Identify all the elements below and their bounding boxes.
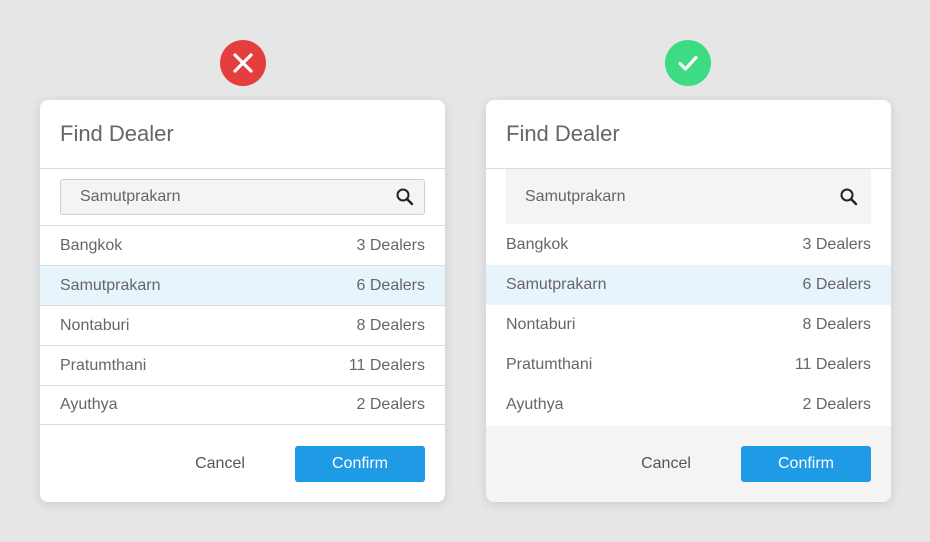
dealer-count: 3 Dealers xyxy=(802,236,871,253)
list-item[interactable]: Nontaburi 8 Dealers xyxy=(486,305,891,345)
cancel-button[interactable]: Cancel xyxy=(185,446,255,482)
search-icon[interactable] xyxy=(395,187,415,207)
dealer-count: 8 Dealers xyxy=(356,316,425,334)
check-icon-glyph xyxy=(678,55,698,71)
search-input[interactable] xyxy=(506,169,839,224)
dealer-count: 8 Dealers xyxy=(802,316,871,333)
region-name: Pratumthani xyxy=(60,356,147,374)
search-input[interactable] xyxy=(61,180,395,214)
region-name: Nontaburi xyxy=(506,316,576,333)
dialog-footer: Cancel Confirm xyxy=(486,426,891,502)
dealer-count: 2 Dealers xyxy=(356,396,425,413)
dealer-count: 6 Dealers xyxy=(356,276,425,294)
list-item-selected[interactable]: Samutprakarn 6 Dealers xyxy=(486,265,891,305)
list-item[interactable]: Bangkok 3 Dealers xyxy=(40,225,445,265)
region-name: Nontaburi xyxy=(60,316,130,334)
dealer-count: 11 Dealers xyxy=(794,356,871,373)
dialog-title: Find Dealer xyxy=(506,121,620,146)
dealer-count: 6 Dealers xyxy=(802,276,871,293)
region-name: Bangkok xyxy=(506,236,569,253)
list-item[interactable]: Ayuthya 2 Dealers xyxy=(40,385,445,425)
list-item-selected[interactable]: Samutprakarn 6 Dealers xyxy=(40,265,445,305)
region-name: Samutprakarn xyxy=(60,276,161,294)
check-icon xyxy=(665,40,711,86)
region-name: Samutprakarn xyxy=(506,276,607,293)
search-icon[interactable] xyxy=(839,187,859,207)
search-box[interactable] xyxy=(60,179,425,215)
cross-icon xyxy=(220,40,266,86)
dialog-title: Find Dealer xyxy=(60,121,174,146)
list-item[interactable]: Pratumthani 11 Dealers xyxy=(40,345,445,385)
dealer-count: 3 Dealers xyxy=(356,236,425,254)
dealer-count: 2 Dealers xyxy=(802,396,871,413)
list-item[interactable]: Pratumthani 11 Dealers xyxy=(486,345,891,385)
cross-icon-glyph xyxy=(233,53,253,73)
dealer-count: 11 Dealers xyxy=(348,356,425,374)
region-name: Ayuthya xyxy=(60,396,118,413)
region-name: Pratumthani xyxy=(506,356,593,373)
confirm-button[interactable]: Confirm xyxy=(295,446,425,482)
list-item[interactable]: Bangkok 3 Dealers xyxy=(486,225,891,265)
search-box[interactable] xyxy=(506,169,871,224)
region-name: Ayuthya xyxy=(506,396,564,413)
dialog-footer: Cancel Confirm xyxy=(40,426,445,502)
list-item[interactable]: Nontaburi 8 Dealers xyxy=(40,305,445,345)
dealer-list: Bangkok 3 Dealers Samutprakarn 6 Dealers… xyxy=(40,225,445,425)
header-divider xyxy=(40,168,445,169)
cancel-button[interactable]: Cancel xyxy=(631,446,701,482)
confirm-button[interactable]: Confirm xyxy=(741,446,871,482)
find-dealer-dialog-good: Find Dealer Bangkok 3 Dealers Samutpraka… xyxy=(486,100,891,502)
dealer-list: Bangkok 3 Dealers Samutprakarn 6 Dealers… xyxy=(486,225,891,425)
list-item[interactable]: Ayuthya 2 Dealers xyxy=(486,385,891,425)
region-name: Bangkok xyxy=(60,236,123,254)
find-dealer-dialog-bad: Find Dealer Bangkok 3 Dealers Samutpraka… xyxy=(40,100,445,502)
